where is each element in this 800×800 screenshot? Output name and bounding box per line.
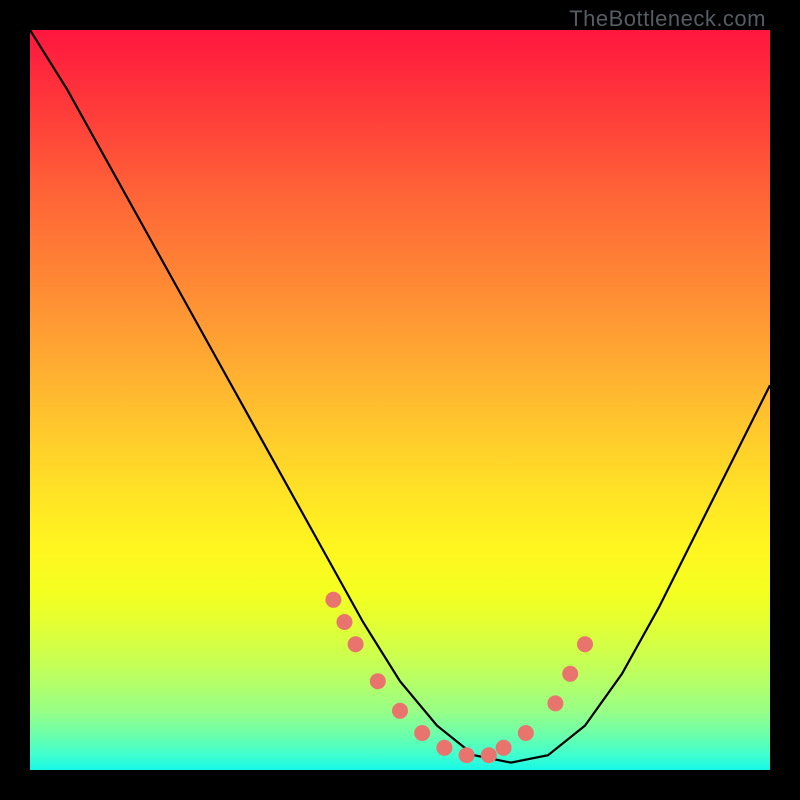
chart-frame: TheBottleneck.com [0,0,800,800]
highlight-dot [348,636,364,652]
highlight-dot [392,703,408,719]
highlight-dot [414,725,430,741]
watermark-text: TheBottleneck.com [569,6,766,32]
highlight-dot [481,747,497,763]
bottleneck-curve [30,30,770,763]
highlight-dots [325,592,593,763]
highlight-dot [337,614,353,630]
highlight-dot [370,673,386,689]
highlight-dot [547,695,563,711]
curve-svg [30,30,770,770]
highlight-dot [518,725,534,741]
highlight-dot [459,747,475,763]
highlight-dot [496,740,512,756]
plot-area [30,30,770,770]
highlight-dot [577,636,593,652]
highlight-dot [562,666,578,682]
highlight-dot [436,740,452,756]
highlight-dot [325,592,341,608]
